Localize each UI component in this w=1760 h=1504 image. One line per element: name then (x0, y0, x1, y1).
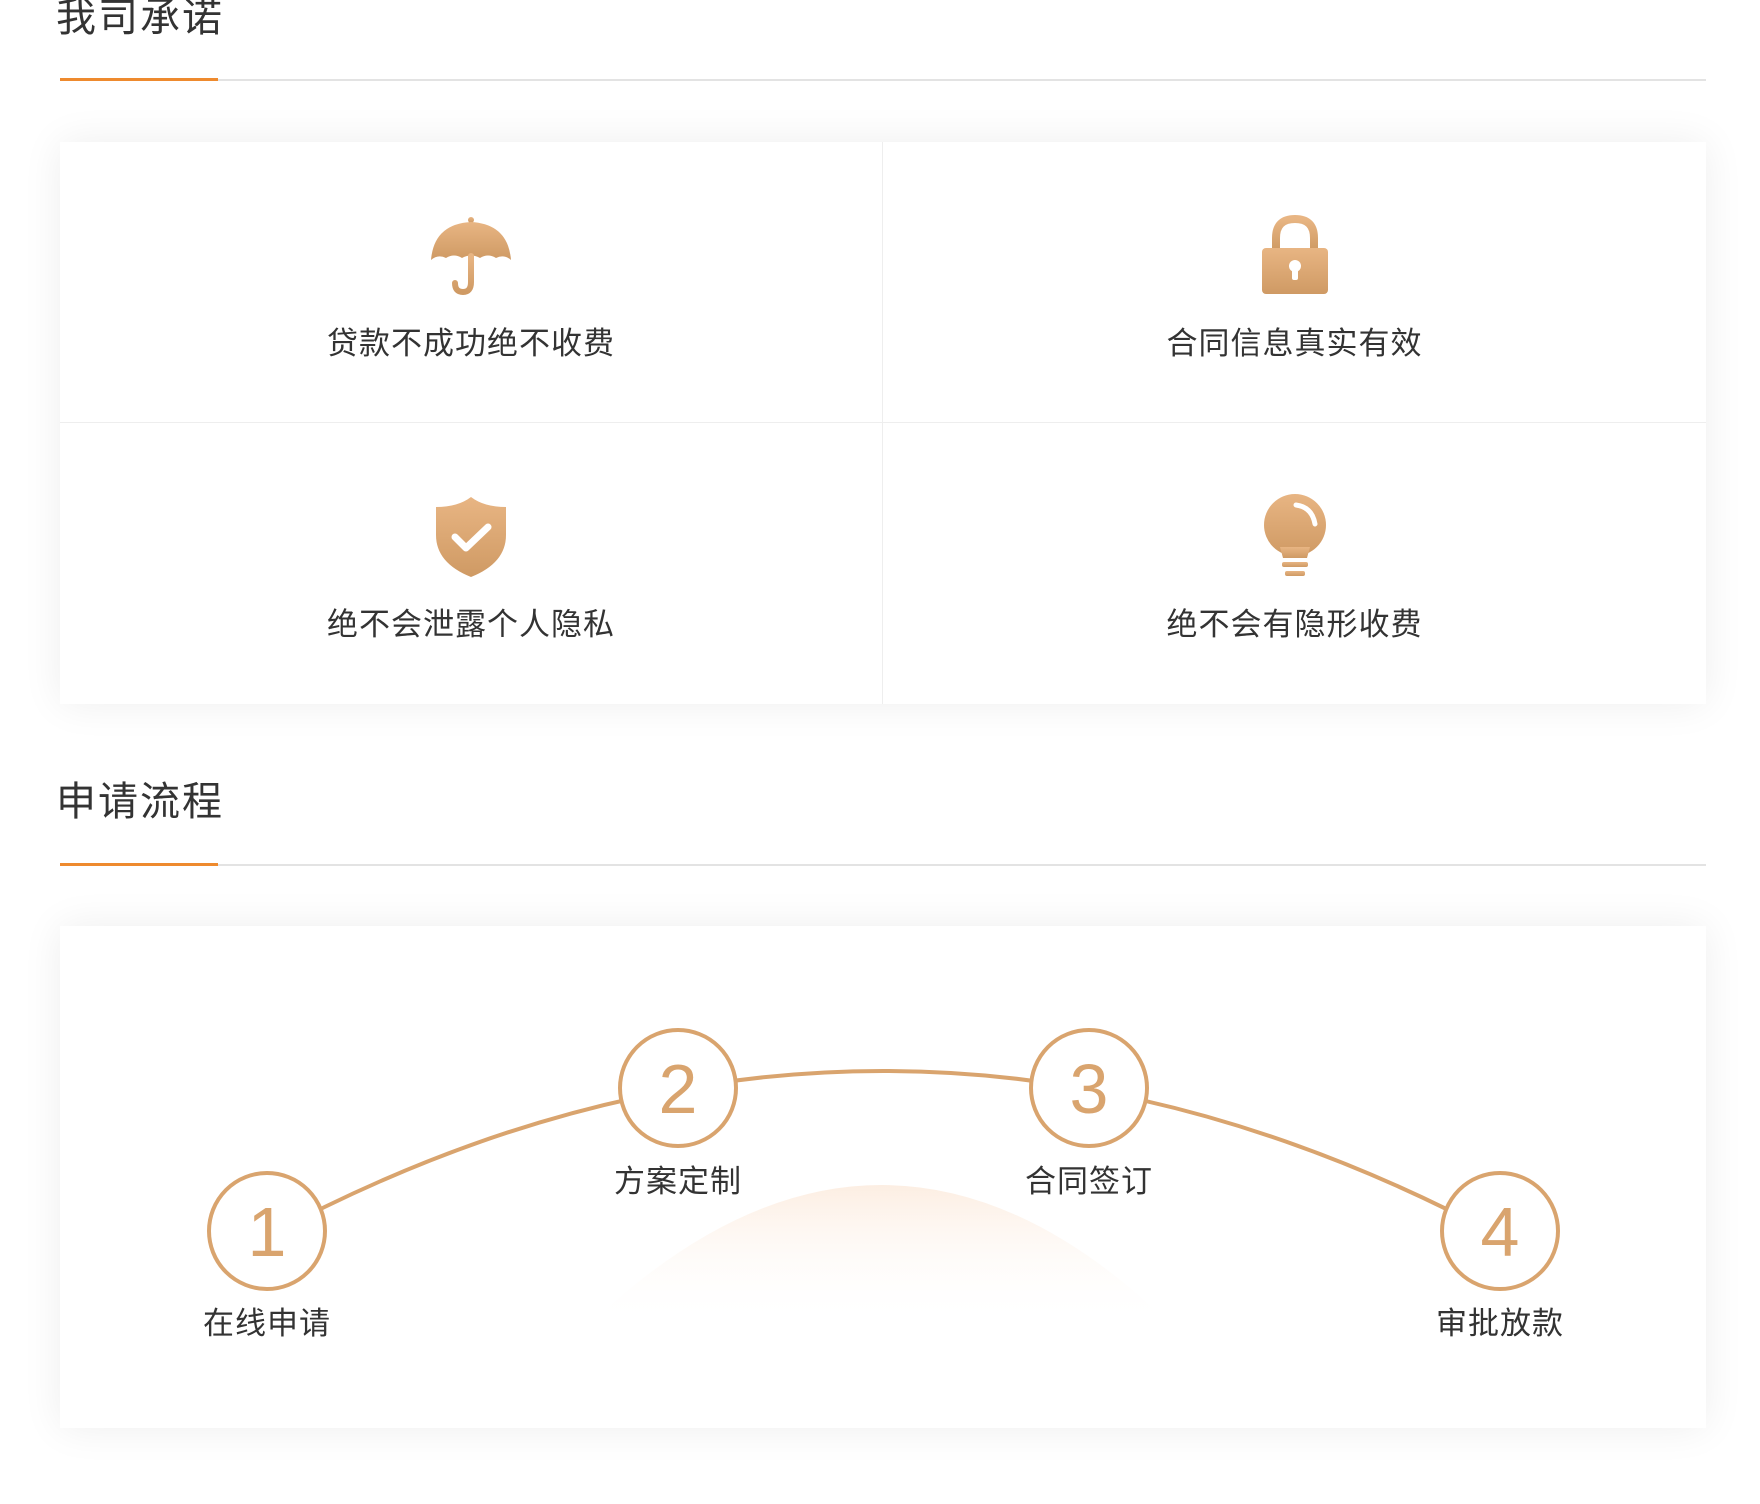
umbrella-icon (431, 217, 511, 296)
step-number: 2 (659, 1050, 698, 1128)
promise-grid: 贷款不成功绝不收费 合同信息真实有效 绝不会泄露个人隐私 绝不会有隐形收费 (60, 142, 1706, 704)
process-section-divider (60, 863, 1706, 866)
promise-item-privacy-protected: 绝不会泄露个人隐私 (60, 423, 883, 704)
promise-item-label: 绝不会有隐形收费 (1166, 607, 1423, 643)
shield-check-icon (436, 497, 506, 577)
step-number: 3 (1070, 1050, 1109, 1128)
step-label-plan-custom: 方案定制 (614, 1164, 742, 1200)
process-step-4: 4 (1440, 1171, 1560, 1291)
promise-item-label: 贷款不成功绝不收费 (327, 326, 615, 362)
lightbulb-icon (1263, 494, 1326, 576)
promise-item-no-fee-on-failure: 贷款不成功绝不收费 (60, 142, 883, 423)
lock-icon (1261, 214, 1328, 294)
step-number: 1 (248, 1193, 287, 1271)
process-step-3: 3 (1029, 1028, 1149, 1148)
process-section-title: 申请流程 (56, 779, 224, 825)
process-step-2: 2 (618, 1028, 738, 1148)
step-label-online-apply: 在线申请 (203, 1306, 331, 1342)
process-step-1: 1 (207, 1171, 327, 1291)
promise-section-title: 我司承诺 (56, 0, 224, 41)
promise-section-divider (60, 78, 1706, 81)
process-glow-arc (590, 1185, 1170, 1324)
step-label-approve-loan: 审批放款 (1436, 1306, 1564, 1342)
process-card: 1 2 3 4 在线申请 方案定制 合同签订 审批放款 (60, 926, 1706, 1428)
promise-item-label: 合同信息真实有效 (1166, 326, 1423, 362)
process-diagram: 1 2 3 4 (207, 1028, 1560, 1324)
promise-item-label: 绝不会泄露个人隐私 (327, 607, 615, 643)
promise-card: 贷款不成功绝不收费 合同信息真实有效 绝不会泄露个人隐私 绝不会有隐形收费 (60, 142, 1706, 704)
promise-item-contract-authentic: 合同信息真实有效 (883, 142, 1706, 423)
process-divider-accent (60, 863, 218, 866)
step-label-contract-sign: 合同签订 (1025, 1164, 1153, 1200)
promise-divider-accent (60, 78, 218, 81)
promise-item-no-hidden-fee: 绝不会有隐形收费 (883, 423, 1706, 704)
step-number: 4 (1481, 1193, 1520, 1271)
